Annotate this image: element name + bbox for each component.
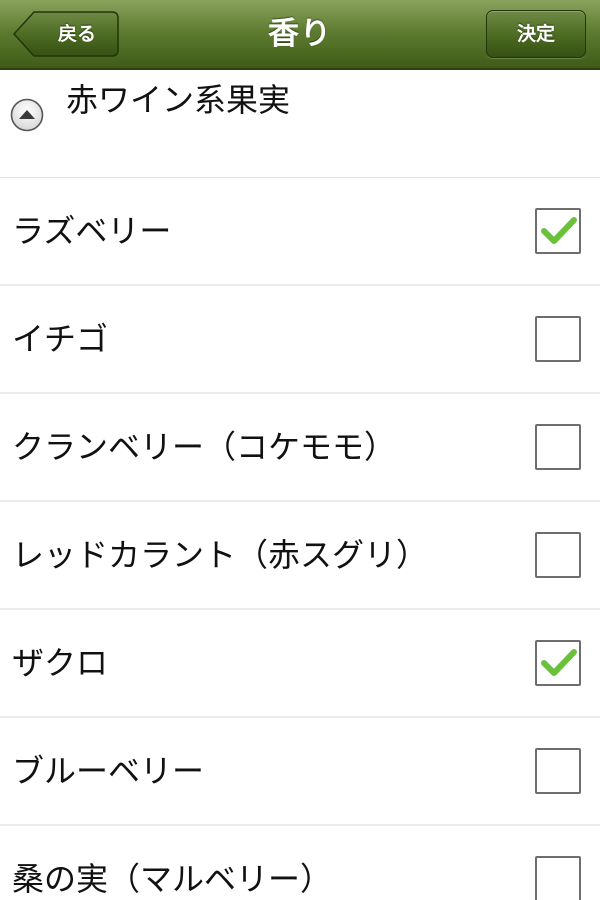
item-label: ザクロ xyxy=(12,644,109,682)
list-item[interactable]: ブルーベリー xyxy=(0,718,600,826)
item-checkbox[interactable] xyxy=(535,208,581,254)
item-label: 桑の実（マルベリー） xyxy=(12,860,333,898)
section-title: 赤ワイン系果実 xyxy=(66,81,291,119)
list-item[interactable]: イチゴ xyxy=(0,286,600,394)
aroma-list: ラズベリー イチゴ クランベリー（コケモモ） レッドカラント（赤スグリ） ザクロ… xyxy=(0,178,600,900)
item-checkbox[interactable] xyxy=(535,856,581,900)
item-checkbox[interactable] xyxy=(535,640,581,686)
item-checkbox[interactable] xyxy=(535,532,581,578)
item-label: ブルーベリー xyxy=(12,752,205,790)
checkmark-icon xyxy=(541,649,577,676)
item-checkbox[interactable] xyxy=(535,316,581,362)
list-item[interactable]: ラズベリー xyxy=(0,178,600,286)
item-checkbox[interactable] xyxy=(535,748,581,794)
app-screen: 戻る 香り 決定 赤ワイン系果実 ラズベリー イチゴ クランベリー（コケモモ） … xyxy=(0,0,600,900)
item-label: レッドカラント（赤スグリ） xyxy=(12,536,429,574)
checkmark-icon xyxy=(541,217,577,244)
item-label: クランベリー（コケモモ） xyxy=(12,428,397,466)
done-button[interactable]: 決定 xyxy=(486,10,586,58)
item-checkbox[interactable] xyxy=(535,424,581,470)
list-item[interactable]: ザクロ xyxy=(0,610,600,718)
list-item[interactable]: レッドカラント（赤スグリ） xyxy=(0,502,600,610)
item-label: イチゴ xyxy=(12,320,109,358)
item-label: ラズベリー xyxy=(12,212,172,250)
section-header[interactable]: 赤ワイン系果実 xyxy=(0,72,600,178)
list-item[interactable]: 桑の実（マルベリー） xyxy=(0,826,600,900)
list-item[interactable]: クランベリー（コケモモ） xyxy=(0,394,600,502)
collapse-arrow-icon[interactable] xyxy=(10,98,44,132)
